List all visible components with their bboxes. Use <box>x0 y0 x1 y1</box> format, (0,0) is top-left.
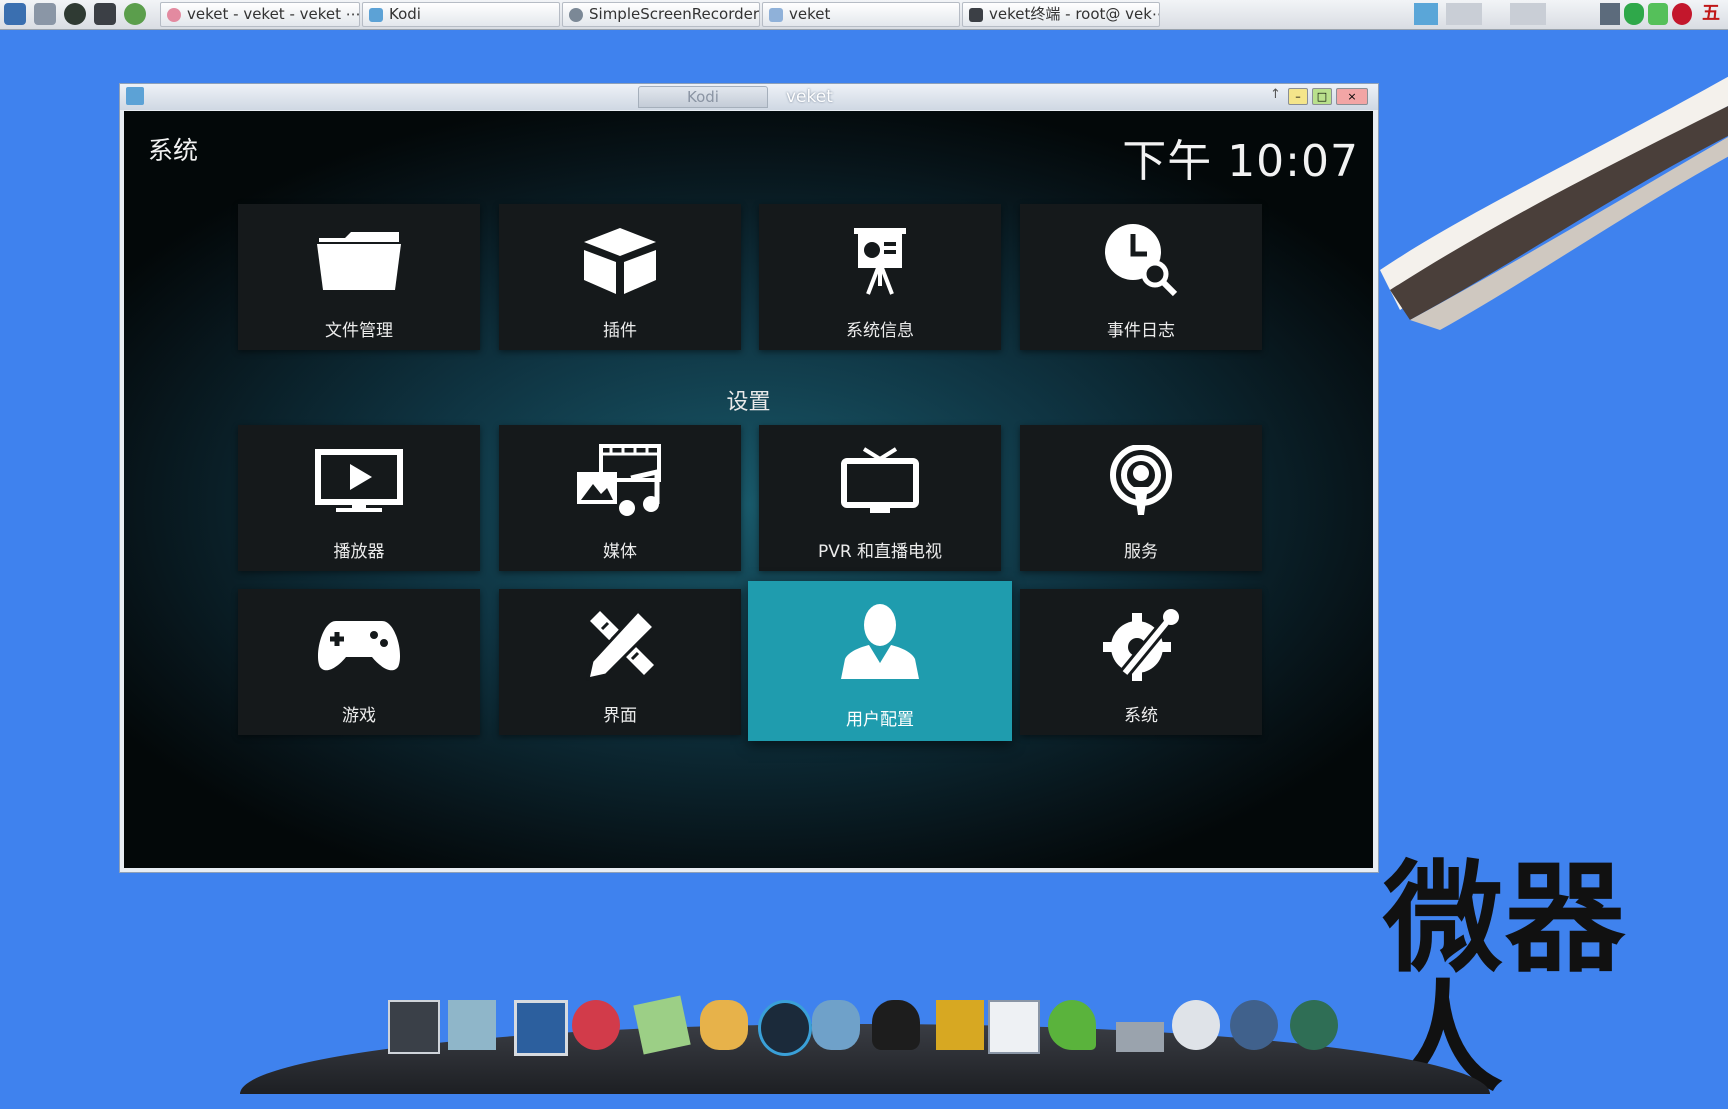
system-monitor-icon[interactable] <box>4 3 26 25</box>
record-icon[interactable] <box>1672 3 1692 25</box>
close-button[interactable]: × <box>1336 88 1368 105</box>
feather-wallpaper-image <box>1380 76 1728 330</box>
tile-media[interactable]: 媒体 <box>499 425 741 571</box>
dock-users-icon[interactable] <box>812 1000 860 1050</box>
network-icon[interactable] <box>1600 3 1620 25</box>
tile-label: 媒体 <box>603 542 637 562</box>
pencil-ruler-icon <box>499 607 741 683</box>
tile-label: 系统 <box>1124 706 1158 726</box>
task-label: veket <box>789 5 831 23</box>
shield-icon[interactable] <box>1624 3 1644 25</box>
desktop-pager-3[interactable] <box>1510 3 1546 25</box>
play-launcher-icon[interactable] <box>64 3 86 25</box>
tile-label: 系统信息 <box>846 321 914 341</box>
media-icon <box>499 443 741 519</box>
tile-system-info[interactable]: 系统信息 <box>759 204 1001 350</box>
dock-qq-penguin-icon[interactable] <box>872 1000 920 1050</box>
dock-help-icon[interactable] <box>1048 1000 1096 1050</box>
task-label: Kodi <box>389 5 421 23</box>
settings-heading: 设置 <box>726 390 771 415</box>
maximize-button[interactable]: □ <box>1312 88 1332 105</box>
window-titlebar[interactable]: Kodi veket ↑ – □ × <box>120 84 1378 110</box>
addon-box-icon <box>499 222 741 298</box>
tile-player[interactable]: 播放器 <box>238 425 480 571</box>
browser-task-icon <box>167 8 181 22</box>
top-taskbar: veket - veket - veket ⋯ Kodi SimpleScree… <box>0 0 1728 30</box>
task-label: SimpleScreenRecorder <box>589 5 760 23</box>
tile-label: 插件 <box>603 321 637 341</box>
dock-chart-app-icon[interactable] <box>988 1000 1040 1054</box>
kodi-window: Kodi veket ↑ – □ × 系统 下午 10:07 文件管理 插件 系… <box>119 83 1379 873</box>
gear-wrench-icon <box>1020 607 1262 683</box>
folder-icon <box>238 222 480 298</box>
tile-profiles[interactable]: 用户配置 <box>748 581 1012 741</box>
tile-interface[interactable]: 界面 <box>499 589 741 735</box>
tile-label: 游戏 <box>342 706 376 726</box>
desktop-pager-1[interactable] <box>1414 3 1438 25</box>
tile-label: 用户配置 <box>846 710 914 730</box>
kodi-task-icon <box>369 8 383 22</box>
input-method-indicator[interactable]: 五 <box>1696 3 1726 25</box>
window-tab-kodi[interactable]: Kodi <box>638 86 768 108</box>
tile-services[interactable]: 服务 <box>1020 425 1262 571</box>
kodi-system-screen: 系统 下午 10:07 文件管理 插件 系统信息 事件日志 设置 播放器 媒体 … <box>124 111 1373 868</box>
task-kodi[interactable]: Kodi <box>362 2 560 27</box>
kodi-window-icon[interactable] <box>126 87 144 105</box>
settings-tools-icon[interactable] <box>34 3 56 25</box>
window-title: veket <box>786 87 833 107</box>
task-veket-folder[interactable]: veket <box>762 2 960 27</box>
dock-paint-icon[interactable] <box>700 1000 748 1050</box>
dock-terminal-icon[interactable] <box>388 1000 440 1054</box>
player-icon <box>238 443 480 519</box>
dock-globe-icon[interactable] <box>1230 1000 1278 1050</box>
task-simplescreenrecorder[interactable]: SimpleScreenRecorder <box>562 2 760 27</box>
dock-notes-icon[interactable] <box>936 1000 984 1050</box>
broadcast-icon <box>1020 443 1262 519</box>
task-label: veket终端 - root@ vek⋯ <box>989 5 1160 23</box>
tile-pvr-live-tv[interactable]: PVR 和直播电视 <box>759 425 1001 571</box>
folder-task-icon <box>769 8 783 22</box>
tile-label: 文件管理 <box>325 321 393 341</box>
dock-camera-icon[interactable] <box>1290 1000 1338 1050</box>
tile-file-manager[interactable]: 文件管理 <box>238 204 480 350</box>
dock-editor-icon[interactable] <box>633 995 691 1055</box>
battery-icon[interactable] <box>1648 3 1668 25</box>
dock-media-player-icon[interactable] <box>758 1000 812 1056</box>
terminal-task-icon <box>969 8 983 22</box>
minimize-button[interactable]: – <box>1288 88 1308 105</box>
user-profile-icon <box>748 603 1012 679</box>
clock-search-icon <box>1020 222 1262 298</box>
presentation-icon <box>759 222 1001 298</box>
desktop-pager-2[interactable] <box>1446 3 1482 25</box>
task-label: veket - veket - veket ⋯ <box>187 5 360 23</box>
dock-files-icon[interactable] <box>448 1000 496 1050</box>
tile-addons[interactable]: 插件 <box>499 204 741 350</box>
page-title: 系统 <box>148 136 199 165</box>
tile-label: 服务 <box>1124 542 1158 562</box>
recorder-task-icon <box>569 8 583 22</box>
task-veket-terminal[interactable]: veket终端 - root@ vek⋯ <box>962 2 1160 27</box>
tile-games[interactable]: 游戏 <box>238 589 480 735</box>
pin-icon[interactable]: ↑ <box>1270 87 1281 102</box>
dock-monitor-icon[interactable] <box>514 1000 568 1056</box>
dock-pig-app-icon[interactable] <box>572 1000 620 1050</box>
tile-label: 播放器 <box>333 542 385 562</box>
tile-label: 界面 <box>603 706 637 726</box>
tile-system-settings[interactable]: 系统 <box>1020 589 1262 735</box>
tile-label: PVR 和直播电视 <box>817 542 943 562</box>
dock-brightness-icon[interactable] <box>1172 1000 1220 1050</box>
task-veket-browser[interactable]: veket - veket - veket ⋯ <box>160 2 360 27</box>
gamepad-icon <box>238 607 480 683</box>
tile-event-log[interactable]: 事件日志 <box>1020 204 1262 350</box>
terminal-launcher-icon[interactable] <box>94 3 116 25</box>
clock: 下午 10:07 <box>1122 136 1359 187</box>
tv-icon <box>759 443 1001 519</box>
dock-drive-icon[interactable] <box>1116 1022 1164 1052</box>
browser-launcher-icon[interactable] <box>124 3 146 25</box>
tile-label: 事件日志 <box>1107 321 1175 341</box>
watermark-text: 微器人 <box>1383 850 1627 1109</box>
